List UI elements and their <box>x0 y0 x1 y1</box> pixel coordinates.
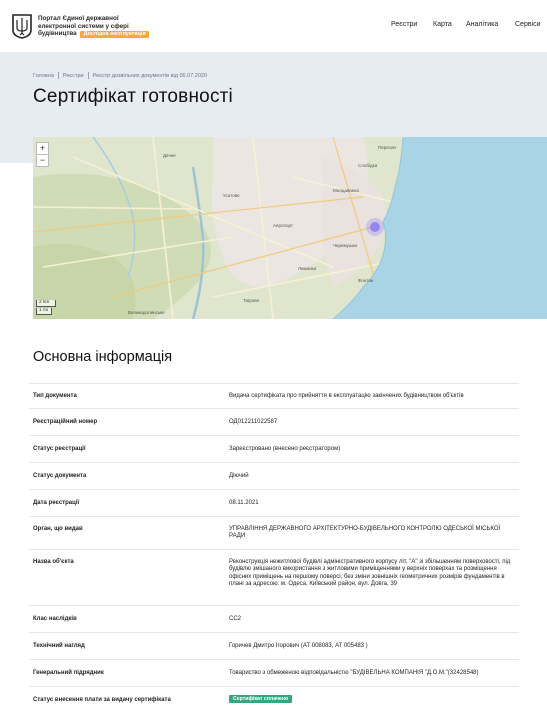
breadcrumb-separator <box>57 72 59 79</box>
map-place-label: Таїрове <box>243 298 260 303</box>
info-value: ОД012211022587 <box>229 419 278 425</box>
info-value: Товариство з обмеженою відповідальністю … <box>229 670 479 676</box>
nav-services[interactable]: Сервіси <box>515 21 541 28</box>
map-place-label: Лиманка <box>298 266 317 271</box>
page-title: Сертифікат готовності <box>33 86 233 107</box>
info-label: Статус документа <box>33 473 87 479</box>
info-row: Клас наслідків СС2 <box>29 605 519 633</box>
info-row: Дата реєстрації 08.11.2021 <box>29 489 519 517</box>
map-place-label: Аеропорт <box>273 223 293 228</box>
info-label: Реєстраційний номер <box>33 419 98 425</box>
map-canvas[interactable]: Великодолинське Лиманка Таїрове Черемушк… <box>33 137 547 319</box>
map-place-label: Усатове <box>223 193 240 198</box>
info-label: Дата реєстрації <box>33 500 80 506</box>
map-place-label: Молдаванка <box>333 188 359 193</box>
map-place-label: Великодолинське <box>128 310 165 315</box>
info-label: Клас наслідків <box>33 616 77 622</box>
info-label: Статус внесення плати за видачу сертифік… <box>33 697 171 703</box>
info-row: Технічний нагляд Горичев Дмитро Ігорович… <box>29 632 519 660</box>
trident-logo-icon[interactable] <box>11 13 33 39</box>
map-place-label: Черемушки <box>333 243 357 248</box>
info-row: Назва об'єкта Реконструкція нежитлової б… <box>29 549 519 606</box>
map-place-label: Фонтан <box>358 278 374 283</box>
info-row: Орган, що видав УПРАВЛІННЯ ДЕРЖАВНОГО АР… <box>29 516 519 550</box>
map-place-label: Слобідка <box>358 163 378 168</box>
portal-title[interactable]: Портал Єдиної державної електронної сист… <box>38 15 158 39</box>
breadcrumb: Головна Реєстри Реєстр дозвільних документ… <box>33 72 207 79</box>
info-value: Реконструкція нежитлової будівлі адмініс… <box>229 559 511 588</box>
nav-analytics[interactable]: Аналітика <box>466 21 498 28</box>
payment-status-badge: Сертифікат сплачено <box>229 695 293 703</box>
info-label: Тип документа <box>33 393 77 399</box>
info-label: Орган, що видав <box>33 526 83 532</box>
info-label: Назва об'єкта <box>33 559 74 565</box>
info-label: Генеральний підрядник <box>33 670 104 676</box>
zoom-out-button[interactable]: − <box>36 154 49 167</box>
info-value: УПРАВЛІННЯ ДЕРЖАВНОГО АРХІТЕКТУРНО-БУДІВ… <box>229 526 501 540</box>
info-value: Зареєстровано (внесено реєстратором) <box>229 446 341 452</box>
info-row: Статус документа Діючий <box>29 462 519 490</box>
nav-map[interactable]: Карта <box>433 21 452 28</box>
nav-registries[interactable]: Реєстри <box>391 21 417 28</box>
breadcrumb-current[interactable]: Реєстр дозвільних документів від 06.07.2… <box>93 73 207 79</box>
breadcrumb-home[interactable]: Головна <box>33 73 54 79</box>
map-location-marker-icon[interactable] <box>370 222 380 232</box>
info-value: Видача сертифіката про прийняття в експл… <box>229 393 464 399</box>
info-row: Статус внесення плати за видачу сертифік… <box>29 686 519 717</box>
info-row: Генеральний підрядник Товариство з обмеж… <box>29 659 519 687</box>
info-value: 08.11.2021 <box>229 500 259 506</box>
site-header: Портал Єдиної державної електронної сист… <box>0 0 547 53</box>
section-title-main-info: Основна інформація <box>33 349 173 365</box>
map-place-label: Пересип <box>378 145 397 150</box>
map-scale-mi: 1 mi <box>36 308 52 315</box>
info-row: Тип документа Видача сертифіката про при… <box>29 383 519 409</box>
test-mode-badge: Дослідна експлуатація <box>80 31 149 39</box>
info-value: Діючий <box>229 473 249 479</box>
breadcrumb-registries[interactable]: Реєстри <box>63 73 84 79</box>
info-row: Реєстраційний номер ОД012211022587 <box>29 408 519 436</box>
info-label: Технічний нагляд <box>33 643 85 649</box>
info-value: СС2 <box>229 616 242 622</box>
map-scale-km: 2 km <box>36 300 56 307</box>
location-map[interactable]: Великодолинське Лиманка Таїрове Черемушк… <box>33 137 547 319</box>
breadcrumb-separator <box>87 72 89 79</box>
info-label: Статус реєстрації <box>33 446 86 452</box>
map-place-label: Дачне <box>163 153 176 158</box>
info-row: Статус реєстрації Зареєстровано (внесено… <box>29 435 519 463</box>
info-value: Сертифікат сплачено <box>229 695 519 703</box>
info-value: Горичев Дмитро Ігорович (АТ 008083, АТ 0… <box>229 643 368 649</box>
